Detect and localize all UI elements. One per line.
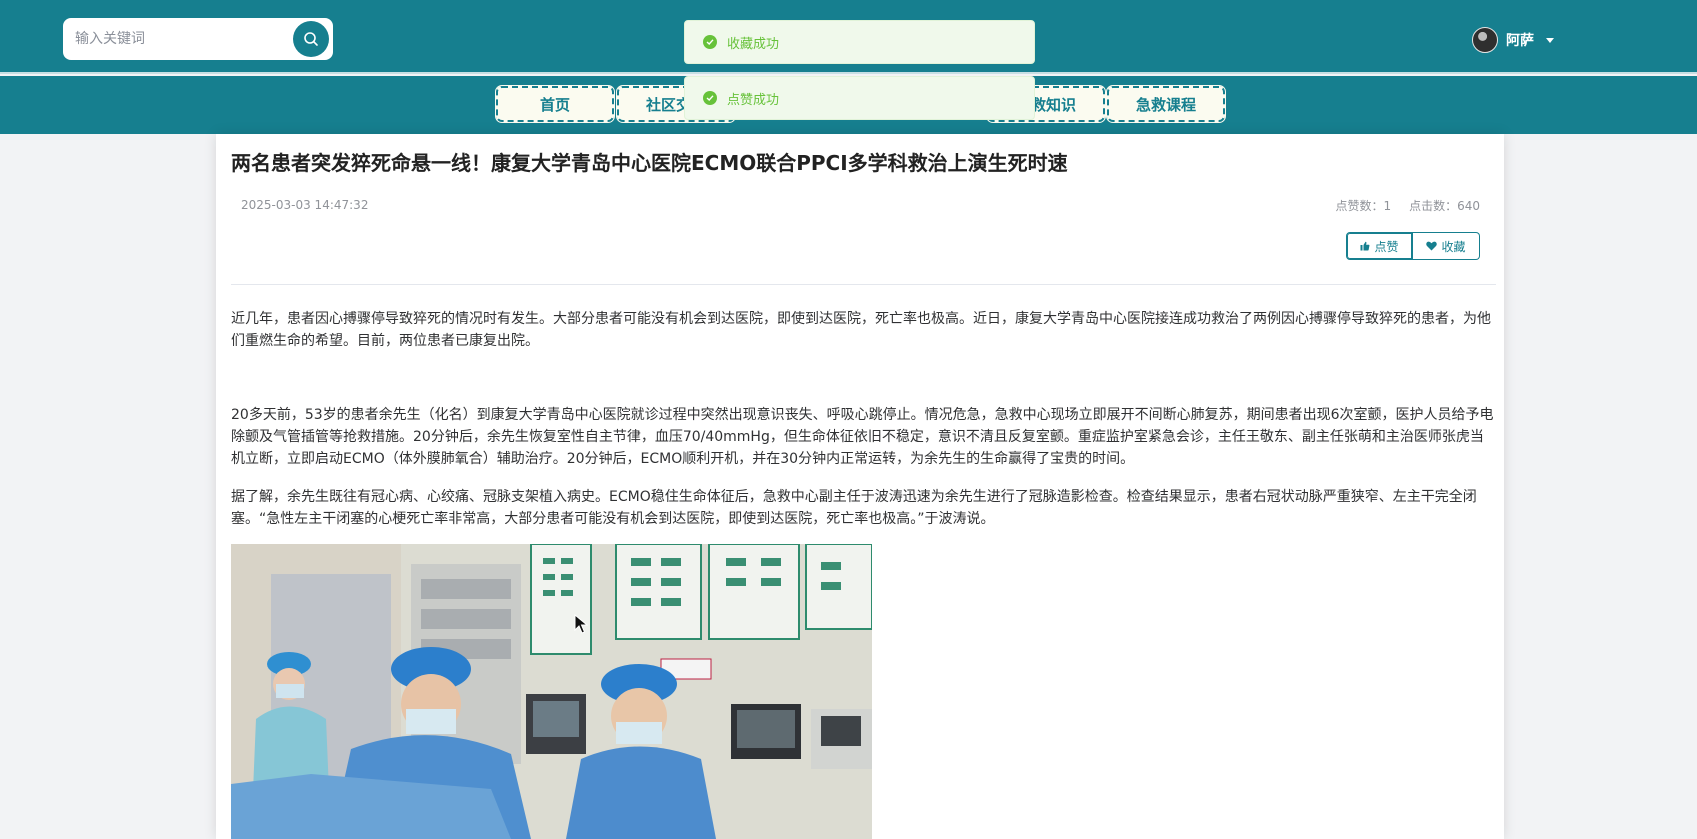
divider	[231, 284, 1496, 285]
article-date: 2025-03-03 14:47:32	[241, 198, 369, 212]
check-circle-icon	[703, 91, 717, 105]
avatar[interactable]	[1472, 27, 1498, 53]
article-photo	[231, 544, 872, 839]
toast-favorite-success: 收藏成功	[684, 20, 1035, 64]
like-button[interactable]: 点赞	[1346, 232, 1413, 260]
article-title: 两名患者突发猝死命悬一线！康复大学青岛中心医院ECMO联合PPCI多学科救治上演…	[231, 151, 1068, 175]
nav-item-home[interactable]: 首页	[495, 85, 615, 123]
article-paragraph: 20多天前，53岁的患者余先生（化名）到康复大学青岛中心医院就诊过程中突然出现意…	[231, 407, 1494, 467]
surgery-photo-illustration	[231, 544, 872, 839]
favorite-button[interactable]: 收藏	[1413, 232, 1480, 260]
toast-message: 收藏成功	[727, 36, 780, 52]
user-menu[interactable]: 阿萨	[1472, 26, 1554, 54]
search-icon	[304, 32, 318, 46]
like-button-label: 点赞	[1374, 239, 1399, 254]
username[interactable]: 阿萨	[1506, 30, 1534, 50]
thumbs-up-icon	[1360, 241, 1370, 251]
nav-item-courses[interactable]: 急救课程	[1106, 85, 1226, 123]
mouse-cursor-icon	[574, 614, 588, 634]
article-stats: 点赞数：1 点击数：640	[1335, 197, 1480, 214]
favorite-button-label: 收藏	[1441, 239, 1466, 254]
toast-message: 点赞成功	[727, 92, 780, 108]
search-button[interactable]	[293, 21, 329, 57]
article-actions: 点赞 收藏	[1346, 232, 1480, 260]
article-paragraph: 据了解，余先生既往有冠心病、心绞痛、冠脉支架植入病史。ECMO稳住生命体征后，急…	[231, 489, 1477, 527]
article-paragraph: 近几年，患者因心搏骤停导致猝死的情况时有发生。大部分患者可能没有机会到达医院，即…	[231, 311, 1491, 349]
search-box	[63, 18, 333, 60]
like-count: 点赞数：1	[1335, 199, 1392, 213]
toast-like-success: 点赞成功	[684, 76, 1035, 120]
click-count: 点击数：640	[1409, 199, 1480, 213]
nav-item-label: 首页	[539, 95, 570, 114]
search-input[interactable]	[75, 18, 275, 60]
check-circle-icon	[703, 35, 717, 49]
chevron-down-icon[interactable]	[1546, 37, 1554, 43]
heart-icon	[1426, 241, 1438, 251]
nav-item-label: 急救课程	[1135, 95, 1196, 114]
article-card: 两名患者突发猝死命悬一线！康复大学青岛中心医院ECMO联合PPCI多学科救治上演…	[216, 134, 1504, 839]
